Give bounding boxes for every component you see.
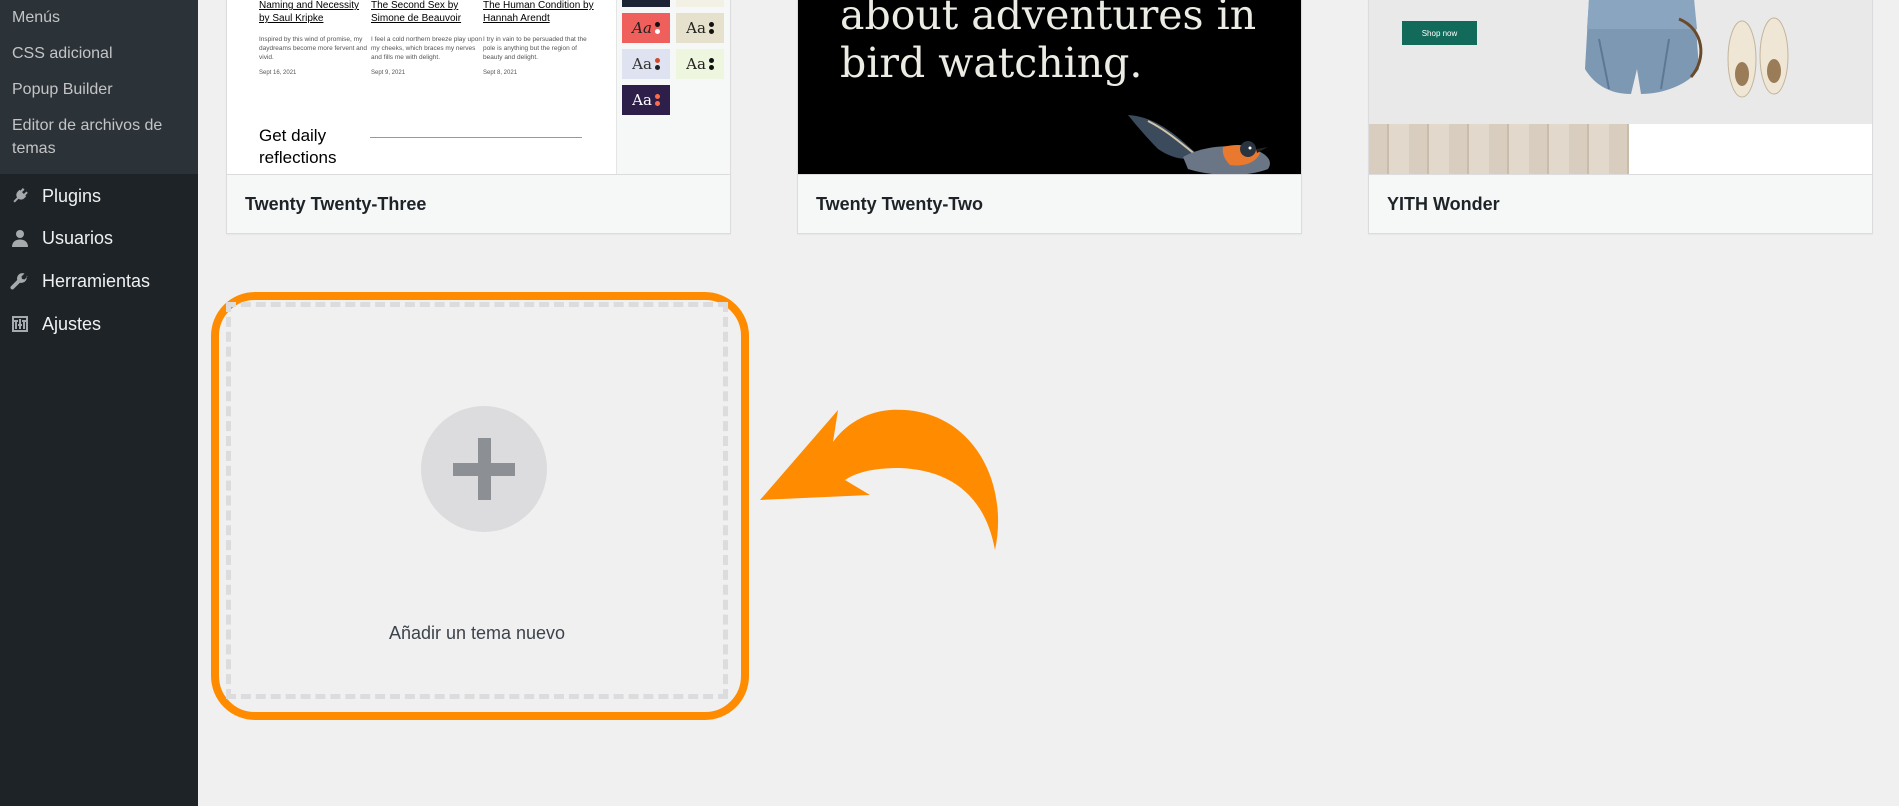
theme-card-twenty-twenty-three[interactable]: Naming and Necessity by Saul Kripke Insp… bbox=[226, 0, 731, 234]
theme-name: Twenty Twenty-Three bbox=[227, 174, 730, 233]
preview-wood-panel bbox=[1369, 124, 1629, 174]
preview-post-excerpt: Inspired by this wind of promise, my day… bbox=[259, 36, 368, 61]
admin-sidebar: Menús CSS adicional Popup Builder Editor… bbox=[0, 0, 198, 806]
theme-screenshot: about adventures in bird watching. bbox=[798, 0, 1301, 174]
preview-post: The Human Condition by Hannah Arendt I t… bbox=[483, 0, 595, 76]
sidebar-item-plugins[interactable]: Plugins bbox=[0, 175, 198, 217]
plus-icon bbox=[421, 406, 547, 532]
preview-shop-button: Shop now bbox=[1402, 21, 1477, 45]
preview-post-date: Sept 16, 2021 bbox=[259, 70, 297, 76]
preview-daily-heading: Get daily reflections bbox=[259, 126, 337, 167]
preview-post-title: Naming and Necessity by Saul Kripke bbox=[259, 0, 360, 24]
style-swatch: Aa bbox=[622, 85, 670, 115]
user-icon bbox=[10, 228, 30, 248]
sidebar-item-users[interactable]: Usuarios bbox=[0, 217, 198, 259]
add-new-theme-label: Añadir un tema nuevo bbox=[388, 623, 566, 643]
submenu-item-menus[interactable]: Menús bbox=[12, 6, 60, 29]
preview-post-title: The Second Sex by Simone de Beauvoir bbox=[371, 0, 462, 24]
plug-icon bbox=[10, 186, 30, 206]
preview-post-title: The Human Condition by Hannah Arendt bbox=[483, 0, 594, 24]
theme-screenshot: Shop now bbox=[1369, 0, 1872, 174]
style-swatch: Aa bbox=[622, 0, 670, 7]
bird-illustration bbox=[1128, 115, 1270, 174]
curved-arrow-icon bbox=[760, 409, 999, 550]
sidebar-item-tools[interactable]: Herramientas bbox=[0, 260, 198, 302]
theme-card-twenty-twenty-two[interactable]: about adventures in bird watching. Twent… bbox=[797, 0, 1302, 234]
submenu-item-theme-file-editor-cont[interactable]: temas bbox=[12, 137, 56, 160]
wrench-icon bbox=[10, 271, 30, 291]
submenu-item-additional-css[interactable]: CSS adicional bbox=[12, 42, 113, 65]
preview-headline: about adventures in bird watching. bbox=[840, 0, 1257, 87]
preview-divider bbox=[370, 137, 582, 138]
theme-name: YITH Wonder bbox=[1369, 174, 1872, 233]
submenu-item-popup-builder[interactable]: Popup Builder bbox=[12, 78, 113, 101]
style-swatch: Aa bbox=[622, 49, 670, 79]
submenu-item-theme-file-editor[interactable]: Editor de archivos de bbox=[12, 114, 162, 137]
sidebar-item-label: Plugins bbox=[42, 185, 102, 206]
theme-name: Twenty Twenty-Two bbox=[798, 174, 1301, 233]
preview-post-date: Sept 8, 2021 bbox=[483, 70, 518, 76]
sidebar-item-label: Usuarios bbox=[42, 227, 114, 248]
theme-screenshot: Naming and Necessity by Saul Kripke Insp… bbox=[227, 0, 730, 174]
jeans-illustration bbox=[1585, 0, 1703, 94]
preview-style-panel: Aa Aa Aa Aa Aa Aa Aa bbox=[616, 0, 730, 174]
sidebar-item-settings[interactable]: Ajustes bbox=[0, 303, 198, 345]
style-swatch: Aa bbox=[622, 13, 670, 43]
add-new-theme-card[interactable]: Añadir un tema nuevo bbox=[226, 302, 728, 699]
theme-card-yith-wonder[interactable]: Shop now YITH Wonder bbox=[1368, 0, 1873, 234]
settings-icon bbox=[10, 314, 30, 334]
style-swatch: Aa bbox=[676, 49, 724, 79]
sidebar-item-label: Herramientas bbox=[42, 270, 151, 291]
shoes-illustration bbox=[1727, 17, 1789, 98]
preview-post-date: Sept 9, 2021 bbox=[371, 70, 406, 76]
preview-post-excerpt: I try in vain to be persuaded that the p… bbox=[483, 36, 587, 61]
style-swatch: Aa bbox=[676, 13, 724, 43]
preview-post: Naming and Necessity by Saul Kripke Insp… bbox=[259, 0, 371, 76]
preview-post: The Second Sex by Simone de Beauvoir I f… bbox=[371, 0, 483, 76]
style-swatch: Aa bbox=[676, 0, 724, 7]
sidebar-item-label: Ajustes bbox=[42, 313, 102, 334]
appearance-submenu: Menús CSS adicional Popup Builder Editor… bbox=[0, 0, 198, 174]
preview-post-excerpt: I feel a cold northern breeze play upon … bbox=[371, 36, 482, 61]
